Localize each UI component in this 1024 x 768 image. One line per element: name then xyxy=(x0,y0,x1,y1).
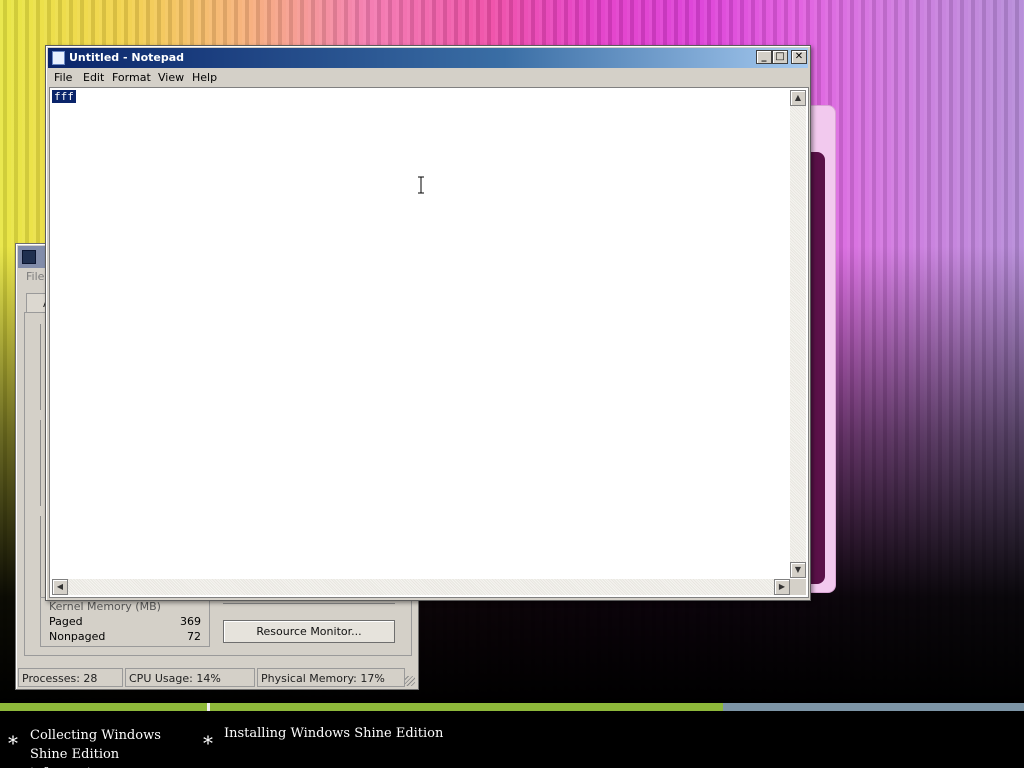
resize-grip-icon[interactable] xyxy=(405,676,415,686)
text-cursor-icon xyxy=(418,176,424,194)
task-manager-icon xyxy=(22,250,36,264)
menu-format[interactable]: Format xyxy=(112,71,151,84)
progress-step2-fill xyxy=(210,703,723,711)
setup-step-collecting: Collecting Windows Shine Edition informa… xyxy=(30,728,161,768)
setup-progress-bar xyxy=(0,703,1024,711)
vertical-scrollbar[interactable]: ▲ ▼ xyxy=(790,90,806,578)
step1-bullet-icon: * xyxy=(8,731,18,755)
menu-edit[interactable]: Edit xyxy=(83,71,104,84)
window-title: Untitled - Notepad xyxy=(69,51,185,64)
scroll-left-icon[interactable]: ◀ xyxy=(52,579,68,595)
status-processes: Processes: 28 xyxy=(18,668,123,687)
setup-step-installing: Installing Windows Shine Edition xyxy=(224,726,444,741)
kernel-paged-row: Paged 369 xyxy=(49,615,201,628)
progress-step1-fill xyxy=(0,703,207,711)
setup-status-bar: * Collecting Windows Shine Edition infor… xyxy=(0,711,1024,768)
notepad-menubar: File Edit Format View Help xyxy=(48,69,808,87)
nonpaged-value: 72 xyxy=(187,630,201,643)
menu-help[interactable]: Help xyxy=(192,71,217,84)
menu-file[interactable]: File xyxy=(54,71,72,84)
scroll-down-icon[interactable]: ▼ xyxy=(790,562,806,578)
text-editor-area[interactable]: fff ▲ ▼ ◀ ▶ xyxy=(49,87,809,598)
progress-remaining xyxy=(723,703,1024,711)
notepad-titlebar[interactable]: Untitled - Notepad _ □ ✕ xyxy=(48,48,808,68)
status-cpu-usage: CPU Usage: 14% xyxy=(125,668,255,687)
paged-value: 369 xyxy=(180,615,201,628)
resource-monitor-button[interactable]: Resource Monitor... xyxy=(223,620,395,643)
kernel-memory-group: Kernel Memory (MB) Paged 369 Nonpaged 72 xyxy=(40,597,210,647)
kernel-memory-title: Kernel Memory (MB) xyxy=(49,600,161,613)
nonpaged-label: Nonpaged xyxy=(49,630,106,643)
paged-label: Paged xyxy=(49,615,83,628)
task-manager-menu-file[interactable]: File xyxy=(26,270,44,283)
scrollbar-corner xyxy=(790,579,806,595)
step2-bullet-icon: * xyxy=(203,731,213,755)
kernel-nonpaged-row: Nonpaged 72 xyxy=(49,630,201,643)
notepad-icon xyxy=(52,51,65,65)
menu-view[interactable]: View xyxy=(158,71,184,84)
horizontal-scrollbar[interactable]: ◀ ▶ xyxy=(52,579,790,595)
minimize-button[interactable]: _ xyxy=(756,50,772,64)
scroll-right-icon[interactable]: ▶ xyxy=(774,579,790,595)
selected-text[interactable]: fff xyxy=(52,90,76,103)
close-button[interactable]: ✕ xyxy=(791,50,807,64)
task-manager-statusbar: Processes: 28 CPU Usage: 14% Physical Me… xyxy=(18,668,416,688)
status-physical-memory: Physical Memory: 17% xyxy=(257,668,405,687)
notepad-window[interactable]: Untitled - Notepad _ □ ✕ File Edit Forma… xyxy=(45,45,811,601)
maximize-button[interactable]: □ xyxy=(772,50,788,64)
scroll-up-icon[interactable]: ▲ xyxy=(790,90,806,106)
